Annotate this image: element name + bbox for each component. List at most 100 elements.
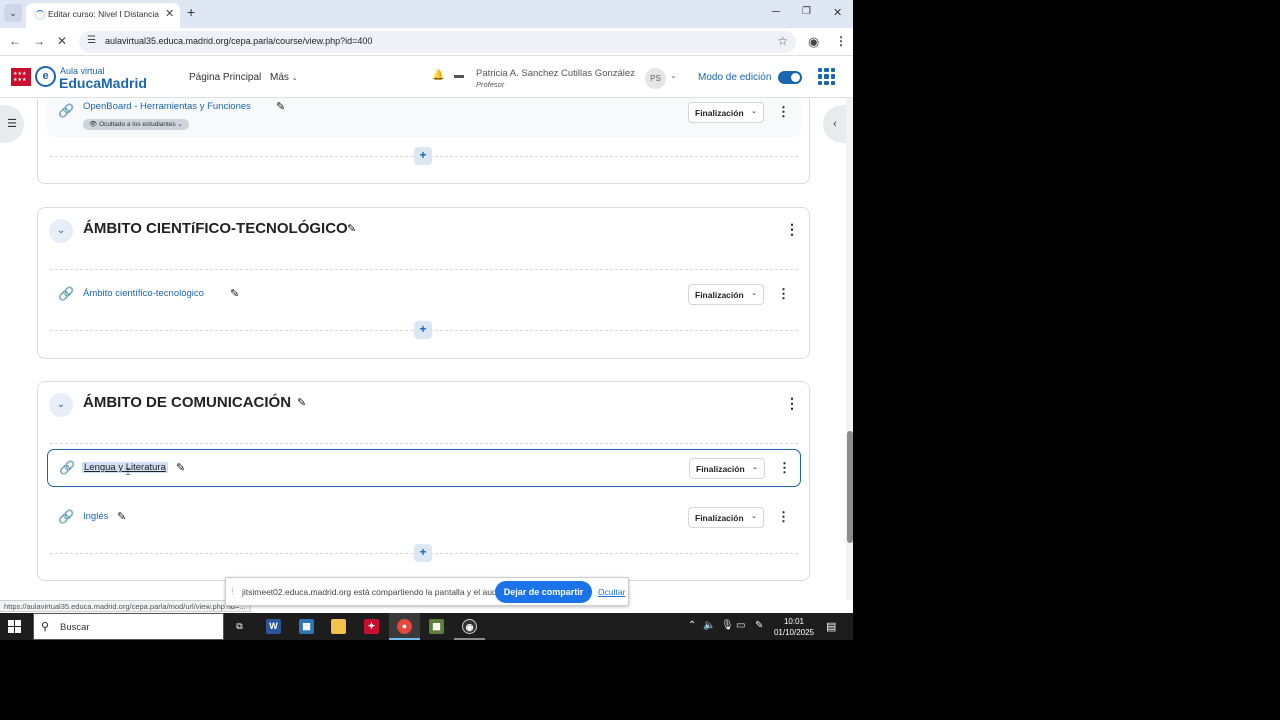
add-activity-button[interactable]: +: [414, 321, 432, 339]
app-glyph: ✦: [364, 619, 379, 634]
taskbar-search-box[interactable]: ⚲ Buscar: [33, 613, 224, 640]
app-grid-icon[interactable]: ▩: [421, 613, 452, 640]
taskbar-clock[interactable]: 10:01 01/10/2025: [770, 616, 818, 638]
more-vert-icon[interactable]: ⋮: [785, 395, 799, 412]
activity-item[interactable]: 🔗 Ámbito científico-tecnológico ✎ Finali…: [47, 276, 801, 314]
pencil-icon[interactable]: ✎: [276, 100, 285, 113]
activity-name[interactable]: OpenBoard - Herramientas y Funciones: [83, 101, 251, 112]
calculator-glyph: ▦: [299, 619, 314, 634]
hide-share-bar-link[interactable]: Ocultar: [598, 587, 625, 597]
completion-dropdown[interactable]: Finalización ⌄: [688, 284, 764, 305]
pencil-icon[interactable]: ✎: [117, 510, 126, 523]
avatar[interactable]: PS: [645, 68, 666, 89]
activity-item[interactable]: 🔗 Inglés ✎ Finalización ⌄ ⋮: [47, 499, 801, 537]
site-info-icon[interactable]: ☰: [87, 35, 96, 46]
word-icon[interactable]: W: [258, 613, 289, 640]
collapse-section-icon[interactable]: ⌄: [49, 393, 73, 417]
pen-icon[interactable]: ✎: [755, 620, 763, 631]
add-activity-button[interactable]: +: [414, 544, 432, 562]
new-tab-button[interactable]: +: [187, 4, 195, 20]
scrollbar-thumb[interactable]: [847, 431, 853, 543]
course-section: ⌄ ÁMBITO DE COMUNICACIÓN ✎ ⋮ 🔗 Lengua y …: [37, 381, 810, 581]
bookmark-star-icon[interactable]: ☆: [777, 34, 788, 48]
section-divider: [50, 269, 798, 270]
course-index-drawer-icon[interactable]: ☰: [0, 105, 24, 143]
pencil-icon[interactable]: ✎: [347, 222, 356, 235]
collapse-section-icon[interactable]: ⌄: [49, 219, 73, 243]
more-vert-icon[interactable]: ⋮: [785, 221, 799, 238]
browser-tab[interactable]: Editar curso: Nivel I Distancia | A ✕: [26, 3, 180, 28]
more-vert-icon[interactable]: ⋮: [777, 104, 790, 120]
course-section: 🔗 OpenBoard - Herramientas y Funciones ✎…: [37, 98, 810, 184]
link-icon: 🔗: [59, 460, 76, 475]
screen-share-bar: ⁞ jitsimeet02.educa.madrid.org está comp…: [225, 577, 629, 606]
drag-handle-icon[interactable]: ⁞: [231, 586, 234, 596]
more-vert-icon[interactable]: ⋮: [777, 286, 790, 302]
maximize-icon[interactable]: ❐: [802, 6, 811, 17]
add-activity-button[interactable]: +: [414, 147, 432, 165]
app-icon[interactable]: ✦: [356, 613, 387, 640]
hidden-from-students-badge[interactable]: 👁 Ocultado a los estudiantes ⌄: [83, 119, 189, 130]
section-header: ⌄ ÁMBITO DE COMUNICACIÓN ✎ ⋮: [49, 390, 799, 420]
url-text[interactable]: aulavirtual35.educa.madrid.org/cepa.parl…: [105, 36, 372, 46]
notifications-icon[interactable]: ▤: [826, 620, 836, 633]
address-bar[interactable]: ☰ aulavirtual35.educa.madrid.org/cepa.pa…: [79, 31, 796, 53]
chrome-icon[interactable]: ●: [389, 613, 420, 640]
window-close-icon[interactable]: ✕: [833, 6, 842, 19]
calculator-icon[interactable]: ▦: [291, 613, 322, 640]
completion-label: Finalización: [695, 290, 744, 300]
completion-dropdown[interactable]: Finalización ⌄: [689, 458, 765, 479]
profile-icon[interactable]: ◉: [808, 34, 819, 50]
search-icon: ⚲: [41, 621, 50, 633]
chat-icon[interactable]: ▬: [454, 70, 464, 81]
task-view-icon[interactable]: ⧉: [224, 613, 255, 640]
back-icon[interactable]: ←: [9, 34, 21, 48]
activity-name[interactable]: Ámbito científico-tecnológico: [83, 288, 204, 299]
site-navbar: ★★★ ★★★ e Aula virtual EducaMadrid Página…: [0, 57, 853, 98]
link-icon: 🔗: [58, 103, 75, 118]
windows-taskbar: ⚲ Buscar ⧉ W ▦ ✦ ● ▩ ◉ ⌃ 🔈 🎙 ▭ ✎ 10:01 0…: [0, 613, 853, 640]
course-content: 🔗 OpenBoard - Herramientas y Funciones ✎…: [0, 98, 853, 600]
completion-dropdown[interactable]: Finalización ⌄: [688, 102, 764, 123]
tab-search-icon[interactable]: ⌄: [4, 4, 22, 22]
forward-icon[interactable]: →: [33, 34, 45, 48]
completion-label: Finalización: [696, 464, 745, 474]
network-icon[interactable]: ▭: [736, 620, 745, 631]
apps-grid-icon[interactable]: [818, 68, 835, 85]
user-menu-chevron-icon[interactable]: ⌄: [670, 71, 677, 80]
stop-sharing-button[interactable]: Dejar de compartir: [495, 581, 592, 603]
user-name[interactable]: Patricia A. Sanchez Cutillas González: [476, 68, 635, 79]
nav-more-menu[interactable]: Más ⌄: [270, 72, 298, 83]
more-vert-icon[interactable]: ⋮: [777, 509, 790, 525]
completion-label: Finalización: [695, 513, 744, 523]
activity-item-selected[interactable]: 🔗 Lengua y Literatura ✎ ⌶ Finalización ⌄ …: [47, 449, 801, 487]
minimize-icon[interactable]: ─: [772, 6, 780, 18]
chrome-glyph: ●: [397, 619, 412, 634]
activity-item[interactable]: 🔗 OpenBoard - Herramientas y Funciones ✎…: [47, 98, 801, 137]
clock-date: 01/10/2025: [773, 628, 815, 637]
tray-chevron-icon[interactable]: ⌃: [688, 620, 696, 631]
edit-mode-toggle[interactable]: [778, 71, 802, 84]
browser-menu-icon[interactable]: ⋮: [835, 34, 847, 48]
more-vert-icon[interactable]: ⋮: [778, 460, 791, 476]
nav-home-link[interactable]: Página Principal: [189, 72, 261, 83]
file-explorer-icon[interactable]: [323, 613, 354, 640]
start-icon[interactable]: [8, 620, 21, 633]
status-bar-url: https://aulavirtual35.educa.madrid.org/c…: [0, 600, 251, 612]
brand-title[interactable]: EducaMadrid: [59, 75, 147, 91]
pencil-icon[interactable]: ✎: [176, 461, 185, 474]
user-role: Profesor: [476, 80, 505, 89]
pencil-icon[interactable]: ✎: [297, 396, 306, 409]
educamadrid-logo-icon[interactable]: e: [35, 66, 56, 87]
link-icon: 🔗: [58, 509, 75, 524]
microphone-icon[interactable]: 🎙: [721, 620, 734, 631]
tab-close-icon[interactable]: ✕: [165, 7, 174, 20]
pencil-icon[interactable]: ✎: [230, 287, 239, 300]
volume-icon[interactable]: 🔈: [703, 620, 715, 631]
activity-name[interactable]: Inglés: [83, 511, 108, 522]
bell-icon[interactable]: 🔔: [432, 70, 444, 81]
recording-glyph: ◉: [462, 619, 477, 634]
stop-loading-icon[interactable]: ✕: [57, 34, 67, 48]
recording-app-icon[interactable]: ◉: [454, 613, 485, 640]
completion-dropdown[interactable]: Finalización ⌄: [688, 507, 764, 528]
